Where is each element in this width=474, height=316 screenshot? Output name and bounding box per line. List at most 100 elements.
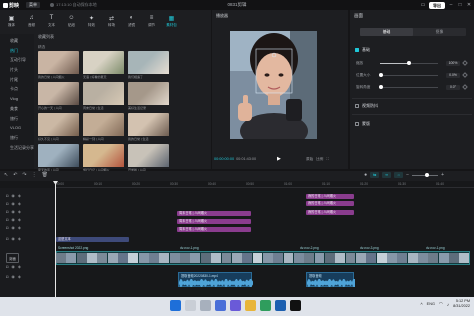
lock-icon[interactable]: ◘ <box>6 274 8 279</box>
menu-button[interactable]: 菜单 <box>26 2 40 8</box>
clock[interactable]: 5:12 PM 8/31/2022 <box>453 299 470 309</box>
stabilize-checkbox[interactable] <box>355 104 359 108</box>
tab-adjust[interactable]: ≡ 调节 <box>142 10 161 32</box>
audio-icon[interactable]: ◈ <box>18 217 21 222</box>
playhead[interactable] <box>55 181 56 297</box>
audio-icon[interactable]: ◈ <box>18 193 21 198</box>
media-thumbnail[interactable]: 好久不见 | 人间 <box>38 113 79 143</box>
sidebar-item[interactable]: 热门 <box>0 46 34 56</box>
split-icon[interactable]: ⋮ <box>32 172 37 179</box>
zoom-out-icon[interactable]: − <box>406 172 409 178</box>
media-thumbnail[interactable]: 我的日常 | 生活 <box>128 113 169 143</box>
scale-slider[interactable] <box>380 61 438 65</box>
effect-clip[interactable]: 周末日常 | 人间烟火 <box>177 227 251 232</box>
fullscreen-icon[interactable]: ⛶ <box>326 157 329 162</box>
audio-icon[interactable]: ◈ <box>18 201 21 206</box>
eye-icon[interactable]: ◉ <box>11 225 15 230</box>
sidebar-item[interactable]: 卡点 <box>0 84 34 94</box>
media-thumbnail[interactable]: 无语 | 好看的夏天 <box>83 51 124 81</box>
tab-effects[interactable]: ✦ 特效 <box>82 10 101 32</box>
close-icon[interactable]: ✕ <box>466 2 472 8</box>
snap-toggle-icon[interactable]: ⇆ <box>370 172 380 178</box>
zoom-slider[interactable] <box>412 173 439 177</box>
eye-icon[interactable]: ◉ <box>11 201 15 206</box>
rotation-slider[interactable] <box>379 85 438 89</box>
basic-checkbox[interactable] <box>355 48 359 52</box>
eye-icon[interactable]: ◉ <box>11 264 15 269</box>
redo-icon[interactable]: ↷ <box>22 172 26 179</box>
audio-icon[interactable]: ◈ <box>18 264 21 269</box>
media-thumbnail[interactable]: 我们相遇了 <box>128 51 169 81</box>
text-clip[interactable]: 这是文本 <box>56 237 129 242</box>
undo-icon[interactable]: ↶ <box>13 172 17 179</box>
audio-clip[interactable]: 提取音频 <box>306 272 355 287</box>
sidebar-item[interactable]: Vlog <box>0 94 34 104</box>
sidebar-item[interactable]: VLOG <box>0 123 34 133</box>
tab-sticker[interactable]: ☺ 贴纸 <box>62 10 81 32</box>
language-indicator[interactable]: ENG <box>427 302 435 306</box>
export-button[interactable]: 导出 <box>429 1 445 9</box>
eye-icon[interactable]: ◉ <box>11 217 15 222</box>
sidebar-item[interactable]: 片头 <box>0 65 34 75</box>
layout-icon[interactable]: ▭ <box>420 2 426 8</box>
position-slider[interactable] <box>379 73 438 77</box>
tab-text[interactable]: T 文本 <box>42 10 61 32</box>
media-thumbnail[interactable]: 夏天的风 | 人间 <box>38 144 79 174</box>
mask-checkbox[interactable] <box>355 122 359 126</box>
eye-icon[interactable]: ◉ <box>11 274 15 279</box>
tab-basic[interactable]: 基础 <box>360 28 413 36</box>
media-thumbnail[interactable]: 周末日常 | 生活 <box>83 82 124 112</box>
effect-clip[interactable]: 周末日常 | 人间烟火 <box>177 211 251 216</box>
position-value[interactable]: 0.0% <box>446 72 460 78</box>
cover-button[interactable]: 封面 <box>6 253 19 263</box>
sidebar-item[interactable]: 旅行 <box>0 114 34 124</box>
play-icon[interactable]: ▶ <box>277 157 283 162</box>
file-explorer-icon[interactable] <box>245 300 256 311</box>
aspect-ratio-button[interactable]: 比例 <box>316 157 323 162</box>
media-thumbnail[interactable]: 旅行日记 | 人间烟火 <box>83 144 124 174</box>
delete-icon[interactable]: 🗑 <box>42 172 48 179</box>
reset-icon[interactable] <box>462 72 468 78</box>
chevron-up-icon[interactable]: ^ <box>421 302 423 307</box>
chat-icon[interactable] <box>230 300 241 311</box>
tab-matting[interactable]: 抠像 <box>413 28 466 36</box>
tab-filter[interactable]: ◐ 滤镜 <box>122 10 141 32</box>
rotation-value[interactable]: 0.0° <box>446 84 460 90</box>
media-thumbnail[interactable]: 美好生活记录 <box>128 82 169 112</box>
audio-icon[interactable]: ◈ <box>18 274 21 279</box>
lock-icon[interactable]: ◘ <box>6 264 8 269</box>
audio-icon[interactable]: ◈ <box>18 236 21 241</box>
edge-icon[interactable] <box>260 300 271 311</box>
select-icon[interactable]: ↖ <box>4 172 8 179</box>
sidebar-item[interactable]: 互动引导 <box>0 55 34 65</box>
media-thumbnail[interactable]: 开学啦 | 人间 <box>128 144 169 174</box>
audio-icon[interactable]: ◈ <box>18 209 21 214</box>
maximize-icon[interactable]: □ <box>457 2 463 8</box>
audio-clip[interactable]: 提取音频20220830-1.mp4 <box>178 272 253 287</box>
lock-icon[interactable]: ◘ <box>6 201 8 206</box>
lock-icon[interactable]: ◘ <box>6 225 8 230</box>
media-thumbnail[interactable]: 精彩一刻 | 人间 <box>83 113 124 143</box>
sidebar-item[interactable]: 生活记录分享 <box>0 143 34 153</box>
original-ratio-button[interactable]: 原始 <box>306 157 313 162</box>
search-icon[interactable] <box>185 300 196 311</box>
effect-clip[interactable]: 我的日常 | 人间烟火 <box>306 194 354 199</box>
store-icon[interactable] <box>275 300 286 311</box>
reset-icon[interactable] <box>462 60 468 66</box>
link-toggle-icon[interactable]: ∞ <box>382 172 392 178</box>
reset-icon[interactable] <box>462 84 468 90</box>
audio-icon[interactable]: ◈ <box>18 225 21 230</box>
media-thumbnail[interactable]: 我的日常 | 人间烟火 <box>38 51 79 81</box>
tab-media[interactable]: ▣ 媒体 <box>2 10 21 32</box>
windows-start-icon[interactable] <box>170 300 181 311</box>
zoom-in-icon[interactable]: + <box>441 172 444 178</box>
preview-axis-icon[interactable]: ⇔ <box>394 172 404 178</box>
basic-section[interactable]: 基础 <box>355 47 370 53</box>
capcut-icon[interactable] <box>290 300 301 311</box>
lock-icon[interactable]: ◘ <box>6 193 8 198</box>
lock-icon[interactable]: ◘ <box>6 217 8 222</box>
sidebar-item[interactable]: 旅行 <box>0 133 34 143</box>
effect-clip[interactable]: 我的日常 | 人间烟火 <box>306 201 354 206</box>
effect-clip[interactable]: 周末日常 | 人间烟火 <box>177 219 251 224</box>
eye-icon[interactable]: ◉ <box>11 193 15 198</box>
